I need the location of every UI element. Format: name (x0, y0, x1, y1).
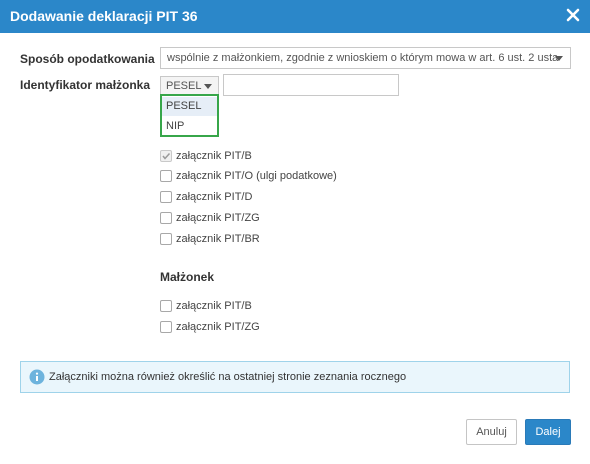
checkbox[interactable] (160, 191, 172, 203)
spouse-id-type-dropdown: PESEL NIP (160, 94, 219, 137)
spouse-id-input[interactable] (223, 74, 399, 96)
checkbox[interactable] (160, 170, 172, 182)
cancel-button[interactable]: Anuluj (466, 419, 517, 445)
info-text: Załączniki można również określić na ost… (49, 371, 407, 383)
checkbox-label: załącznik PIT/B (176, 300, 252, 312)
taxation-select[interactable]: wspólnie z małżonkiem, zgodnie z wnioski… (160, 47, 571, 69)
taxation-select-value: wspólnie z małżonkiem, zgodnie z wnioski… (167, 52, 559, 64)
spouse-id-type-value: PESEL (166, 80, 202, 92)
checkbox-label: załącznik PIT/D (176, 191, 253, 203)
checkbox-label: załącznik PIT/O (ulgi podatkowe) (176, 170, 337, 182)
checkbox[interactable] (160, 233, 172, 245)
checkbox[interactable] (160, 150, 172, 162)
close-icon[interactable] (564, 6, 582, 24)
checkbox[interactable] (160, 321, 172, 333)
dropdown-option-pesel[interactable]: PESEL (162, 97, 217, 116)
checkbox[interactable] (160, 300, 172, 312)
checkmark-icon (162, 152, 171, 160)
checkbox-label: załącznik PIT/BR (176, 233, 260, 245)
spouse-id-type-select[interactable]: PESEL (160, 76, 219, 96)
spouse-section-title: Małżonek (160, 270, 215, 284)
chevron-down-icon (555, 56, 563, 61)
next-button[interactable]: Dalej (525, 419, 571, 445)
checkbox-label: załącznik PIT/ZG (176, 321, 260, 333)
checkbox-label: załącznik PIT/ZG (176, 212, 260, 224)
checkbox[interactable] (160, 212, 172, 224)
checkbox-label: załącznik PIT/B (176, 150, 252, 162)
dropdown-option-nip[interactable]: NIP (162, 117, 217, 136)
info-box: Załączniki można również określić na ost… (20, 361, 570, 393)
info-icon (29, 369, 45, 385)
taxation-label: Sposób opodatkowania (20, 52, 155, 66)
spouse-id-label: Identyfikator małżonka (20, 78, 151, 92)
chevron-down-icon (204, 84, 212, 89)
pit36-dialog: Dodawanie deklaracji PIT 36 Sposób opoda… (0, 0, 590, 464)
dialog-header: Dodawanie deklaracji PIT 36 (0, 0, 590, 33)
dialog-title: Dodawanie deklaracji PIT 36 (10, 8, 198, 24)
